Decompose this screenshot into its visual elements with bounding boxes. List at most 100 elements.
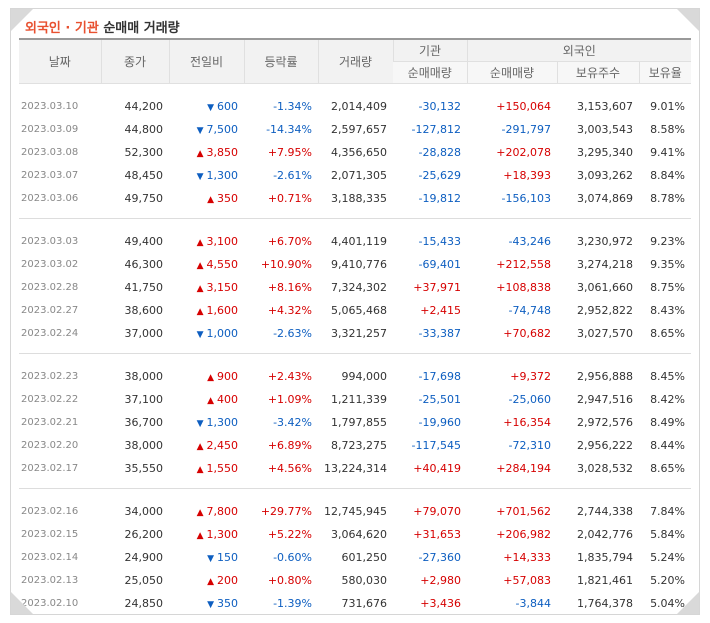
close-cell: 36,700	[124, 416, 164, 429]
rate-cell: +7.95%	[267, 146, 312, 159]
col-header-inst-net: 순매매량	[393, 61, 467, 84]
col-header-institution: 기관	[392, 38, 467, 62]
foreign-hold-cell: 1,835,794	[577, 551, 633, 564]
table-row: 2023.02.28 41,750 ▲ 3,150 +8.16% 7,324,302 +37…	[19, 276, 691, 299]
foreign-ratio-cell: 8.43%	[650, 304, 686, 317]
panel-title-investors: 외국인 · 기관	[25, 21, 99, 36]
date-cell: 2023.03.07	[21, 170, 79, 181]
change-cell: ▼ 1,300	[169, 164, 244, 187]
date-cell: 2023.02.27	[21, 305, 79, 316]
change-value: 1,600	[206, 304, 239, 317]
change-value: 7,800	[206, 505, 239, 518]
rate-cell: -2.61%	[273, 169, 312, 182]
volume-cell: 9,410,776	[331, 258, 387, 271]
foreign-hold-cell: 3,153,607	[577, 100, 633, 113]
rate-cell: +29.77%	[260, 505, 312, 518]
change-value: 3,850	[206, 146, 239, 159]
change-cell: ▲ 1,600	[169, 299, 244, 322]
foreign-ratio-cell: 5.24%	[650, 551, 686, 564]
foreign-hold-cell: 3,061,660	[577, 281, 633, 294]
divider-cell	[19, 345, 692, 354]
inst-net-cell: +40,419	[413, 462, 461, 475]
foreign-ratio-cell: 8.84%	[650, 169, 686, 182]
foreign-ratio-cell: 8.44%	[650, 439, 686, 452]
rate-cell: +2.43%	[267, 370, 312, 383]
rate-cell: -1.39%	[273, 597, 312, 610]
change-cell: ▲ 7,800	[169, 500, 244, 523]
table-row: 2023.02.20 38,000 ▲ 2,450 +6.89% 8,723,275 -11…	[19, 434, 691, 457]
change-value: 1,300	[206, 416, 239, 429]
date-cell: 2023.02.15	[21, 529, 79, 540]
triangle-down-icon: ▼	[207, 600, 214, 610]
investor-trading-panel: 외국인 · 기관 순매매 거래량 날짜 종가 전일비 등락률 거래량 기관 외국…	[10, 8, 700, 615]
foreign-ratio-cell: 8.65%	[650, 327, 686, 340]
volume-cell: 3,321,257	[331, 327, 387, 340]
inst-net-cell: -33,387	[418, 327, 461, 340]
change-value: 7,500	[206, 123, 239, 136]
spacer-cell	[19, 354, 691, 366]
change-cell: ▲ 900	[169, 365, 244, 388]
change-cell: ▲ 350	[169, 187, 244, 210]
foreign-ratio-cell: 8.78%	[650, 192, 686, 205]
corner-fold-decoration	[677, 9, 699, 31]
volume-cell: 13,224,314	[324, 462, 387, 475]
volume-cell: 5,065,468	[331, 304, 387, 317]
foreign-ratio-cell: 9.41%	[650, 146, 686, 159]
foreign-net-cell: +18,393	[503, 169, 551, 182]
change-value: 150	[217, 551, 238, 564]
foreign-ratio-cell: 8.42%	[650, 393, 686, 406]
inst-net-cell: -15,433	[418, 235, 461, 248]
table-row: 2023.02.15 26,200 ▲ 1,300 +5.22% 3,064,620 +31…	[19, 523, 691, 546]
inst-net-cell: -19,960	[418, 416, 461, 429]
close-cell: 38,000	[124, 370, 164, 383]
volume-cell: 2,597,657	[331, 123, 387, 136]
triangle-up-icon: ▲	[196, 508, 204, 518]
rate-cell: +0.71%	[267, 192, 312, 205]
inst-net-cell: -69,401	[418, 258, 461, 271]
foreign-net-cell: +212,558	[496, 258, 551, 271]
table-row: 2023.02.13 25,050 ▲ 200 +0.80% 580,030 +2,980 +…	[19, 569, 691, 592]
foreign-hold-cell: 3,295,340	[577, 146, 633, 159]
triangle-up-icon: ▲	[207, 396, 214, 406]
date-cell: 2023.03.02	[21, 259, 79, 270]
change-cell: ▲ 1,300	[169, 523, 244, 546]
spacer-cell	[19, 489, 691, 501]
change-cell: ▲ 2,450	[169, 434, 244, 457]
foreign-ratio-cell: 5.20%	[650, 574, 686, 587]
close-cell: 49,400	[124, 235, 164, 248]
inst-net-cell: -25,629	[418, 169, 461, 182]
foreign-hold-cell: 3,093,262	[577, 169, 633, 182]
inst-net-cell: +2,980	[420, 574, 461, 587]
change-cell: ▲ 3,150	[169, 276, 244, 299]
date-cell: 2023.02.13	[21, 575, 79, 586]
rate-cell: +0.80%	[267, 574, 312, 587]
change-cell: ▲ 4,550	[169, 253, 244, 276]
change-cell: ▼ 7,500	[169, 118, 244, 141]
table-row: 2023.03.06 49,750 ▲ 350 +0.71% 3,188,335 -19,8…	[19, 187, 691, 210]
corner-fold-decoration	[677, 592, 699, 614]
change-cell: ▼ 600	[169, 95, 244, 118]
triangle-up-icon: ▲	[196, 284, 204, 294]
foreign-hold-cell: 2,956,222	[577, 439, 633, 452]
close-cell: 34,000	[124, 505, 164, 518]
rate-cell: +6.70%	[267, 235, 312, 248]
foreign-ratio-cell: 8.49%	[650, 416, 686, 429]
spacer-cell	[19, 219, 691, 231]
rate-cell: -2.63%	[273, 327, 312, 340]
foreign-ratio-cell: 9.35%	[650, 258, 686, 271]
divider-cell	[19, 210, 692, 219]
foreign-net-cell: -72,310	[508, 439, 551, 452]
volume-cell: 4,356,650	[331, 146, 387, 159]
change-value: 2,450	[206, 439, 239, 452]
inst-net-cell: -127,812	[411, 123, 461, 136]
close-cell: 49,750	[124, 192, 164, 205]
inst-net-cell: +31,653	[413, 528, 461, 541]
date-cell: 2023.03.06	[21, 193, 79, 204]
foreign-net-cell: +150,064	[496, 100, 551, 113]
foreign-net-cell: -25,060	[508, 393, 551, 406]
close-cell: 38,600	[124, 304, 164, 317]
rate-cell: +1.09%	[267, 393, 312, 406]
col-header-foreign-net: 순매매량	[466, 61, 557, 84]
volume-cell: 12,745,945	[324, 505, 387, 518]
close-cell: 38,000	[124, 439, 164, 452]
